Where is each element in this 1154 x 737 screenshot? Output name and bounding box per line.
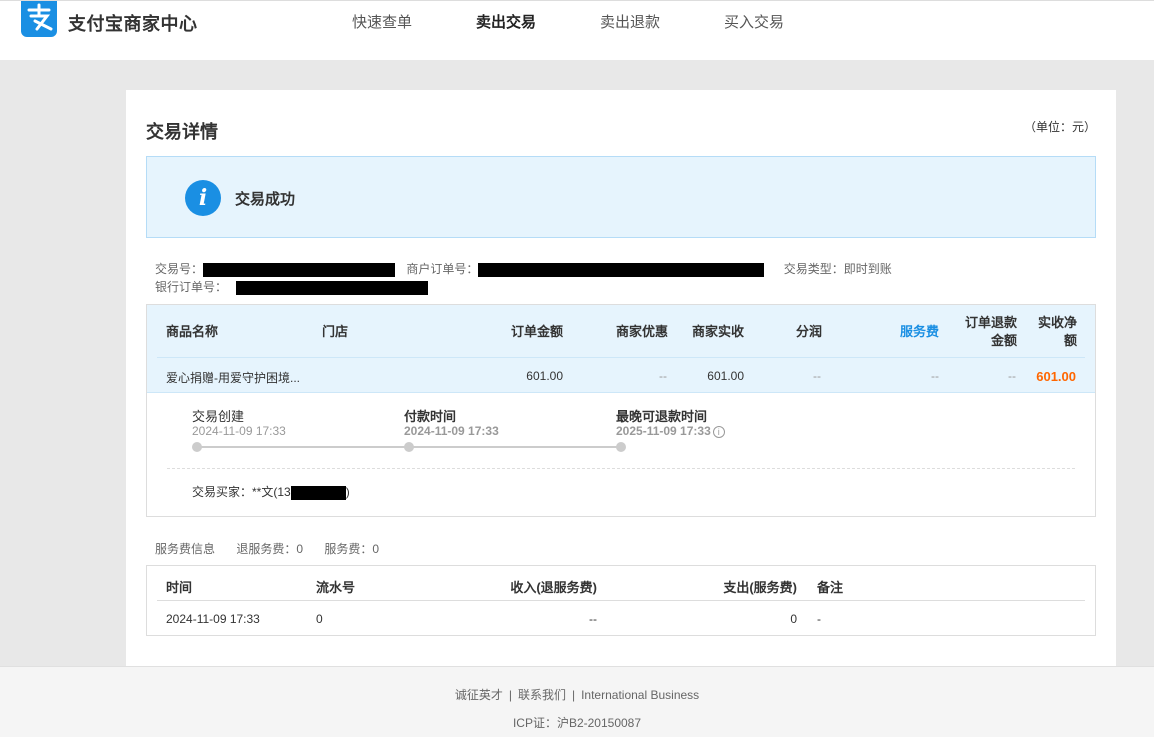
redacted-trade-no <box>203 262 396 277</box>
fee-cell-serial: 0 <box>316 612 323 626</box>
nav-buy-trades[interactable]: 买入交易 <box>724 11 784 32</box>
footer-link-careers[interactable]: 诚征英才 <box>455 688 503 702</box>
footer-link-contact[interactable]: 联系我们 <box>518 688 566 702</box>
alipay-logo-icon[interactable] <box>21 1 57 37</box>
nav-sell-trades[interactable]: 卖出交易 <box>476 11 536 32</box>
footer: 诚征英才 | 联系我们 | International Business ICP证：沪B… <box>0 666 1154 737</box>
timeline-paid-time: 2024-11-09 17:33 <box>404 424 499 438</box>
timeline-paid-label: 付款时间 <box>404 409 457 424</box>
footer-link-international[interactable]: International Business <box>581 688 699 702</box>
refund-fee-text: 退服务费：0 <box>236 542 304 556</box>
redacted-buyer-phone <box>290 485 346 500</box>
bank-order-label: 银行订单号： <box>155 280 228 294</box>
col-store: 门店 <box>322 324 349 339</box>
timeline-refund-deadline-label: 最晚可退款时间 <box>616 409 708 424</box>
main-nav: 快速查单 卖出交易 卖出退款 买入交易 <box>352 11 848 32</box>
timeline-line-1 <box>197 446 409 448</box>
timeline-dot-paid <box>404 442 414 452</box>
col-service-fee-link[interactable]: 服务费 <box>900 323 939 341</box>
col-refund-amount: 订单退款金额 <box>964 315 1017 348</box>
redacted-bank-order <box>236 280 429 295</box>
col-profit-share: 分润 <box>796 324 823 339</box>
fee-col-income: 收入(退服务费) <box>510 580 597 595</box>
fee-cell-expense: 0 <box>790 612 797 626</box>
timeline-line-2 <box>409 446 621 448</box>
fee-cell-note: - <box>817 612 821 626</box>
trade-no-label: 交易号： <box>155 262 204 276</box>
fee-table: 时间 流水号 收入(退服务费) 支出(服务费) 备注 2024-11-09 17… <box>146 565 1096 636</box>
fee-col-time: 时间 <box>166 580 193 595</box>
fee-cell-income: -- <box>589 612 597 626</box>
footer-icp[interactable]: ICP证：沪B2-20150087 <box>0 714 1154 731</box>
footer-separator: | <box>571 688 576 702</box>
header-divider <box>157 357 1085 358</box>
fee-col-note: 备注 <box>817 580 844 595</box>
trade-type-label: 交易类型： <box>783 262 844 276</box>
col-net-received: 实收净额 <box>1037 315 1077 348</box>
fee-info-title: 服务费信息 <box>155 542 216 556</box>
status-banner: i 交易成功 <box>146 156 1096 238</box>
buyer-suffix: ) <box>345 485 350 499</box>
unit-label: （单位：元） <box>1023 120 1096 134</box>
order-table-header: 商品名称 门店 订单金额 商家优惠 商家实收 分润 服务费 订单退款金额 实收净… <box>147 305 1095 393</box>
refund-info-icon[interactable]: i <box>712 426 725 438</box>
nav-quick-search[interactable]: 快速查单 <box>352 11 412 32</box>
trade-meta-line: 交易号： 商户订单号： 交易类型：即时到账 <box>155 260 892 277</box>
cell-service-fee: -- <box>931 369 939 383</box>
fee-info-line: 服务费信息 退服务费：0 服务费：0 <box>155 540 397 557</box>
brand-title[interactable]: 支付宝商家中心 <box>68 10 198 36</box>
fee-col-serial: 流水号 <box>316 580 356 595</box>
buyer-prefix: **文(13 <box>252 485 291 499</box>
cell-merchant-received: 601.00 <box>707 369 744 383</box>
fee-col-expense: 支出(服务费) <box>723 580 797 595</box>
fee-text: 服务费：0 <box>324 542 380 556</box>
timeline-refund-deadline-time: 2025-11-09 17:33 <box>616 424 711 438</box>
top-bar: 支付宝商家中心 快速查单 卖出交易 卖出退款 买入交易 <box>0 0 1154 60</box>
col-order-amount: 订单金额 <box>511 324 564 339</box>
redacted-merchant-order <box>478 262 765 277</box>
timeline-refund-deadline: 2025-11-09 17:33 i <box>616 424 725 438</box>
timeline-dot-created <box>192 442 202 452</box>
cell-profit-share: -- <box>813 369 821 383</box>
col-merchant-discount: 商家优惠 <box>616 324 669 339</box>
fee-cell-time: 2024-11-09 17:33 <box>166 612 260 626</box>
dashed-divider <box>167 468 1075 469</box>
cell-refund-amount: -- <box>1008 369 1016 383</box>
cell-product[interactable]: 爱心捐赠-用爱守护困境... <box>166 369 300 386</box>
buyer-label: 交易买家： <box>192 485 253 499</box>
timeline-created-label: 交易创建 <box>192 409 245 424</box>
footer-links: 诚征英才 | 联系我们 | International Business <box>0 686 1154 703</box>
col-product: 商品名称 <box>166 324 219 339</box>
merchant-order-label: 商户订单号： <box>406 262 479 276</box>
cell-net-received: 601.00 <box>1036 369 1076 384</box>
trade-type-value: 即时到账 <box>843 262 892 276</box>
bank-order-line: 银行订单号： <box>155 278 429 295</box>
info-icon: i <box>185 180 221 216</box>
main-card: 交易详情 （单位：元） i 交易成功 交易号： 商户订单号： 交易类型：即时到账… <box>126 90 1116 670</box>
timeline-created-time: 2024-11-09 17:33 <box>192 424 286 438</box>
fee-table-divider <box>157 600 1085 601</box>
col-merchant-received: 商家实收 <box>692 324 745 339</box>
nav-sell-refunds[interactable]: 卖出退款 <box>600 11 660 32</box>
page-title: 交易详情 <box>146 122 218 142</box>
buyer-info: 交易买家：**文(13) <box>192 483 350 500</box>
footer-separator: | <box>508 688 512 702</box>
order-table: 商品名称 门店 订单金额 商家优惠 商家实收 分润 服务费 订单退款金额 实收净… <box>146 304 1096 517</box>
status-text: 交易成功 <box>235 191 296 208</box>
timeline-dot-refund-deadline <box>616 442 626 452</box>
cell-order-amount: 601.00 <box>526 369 563 383</box>
